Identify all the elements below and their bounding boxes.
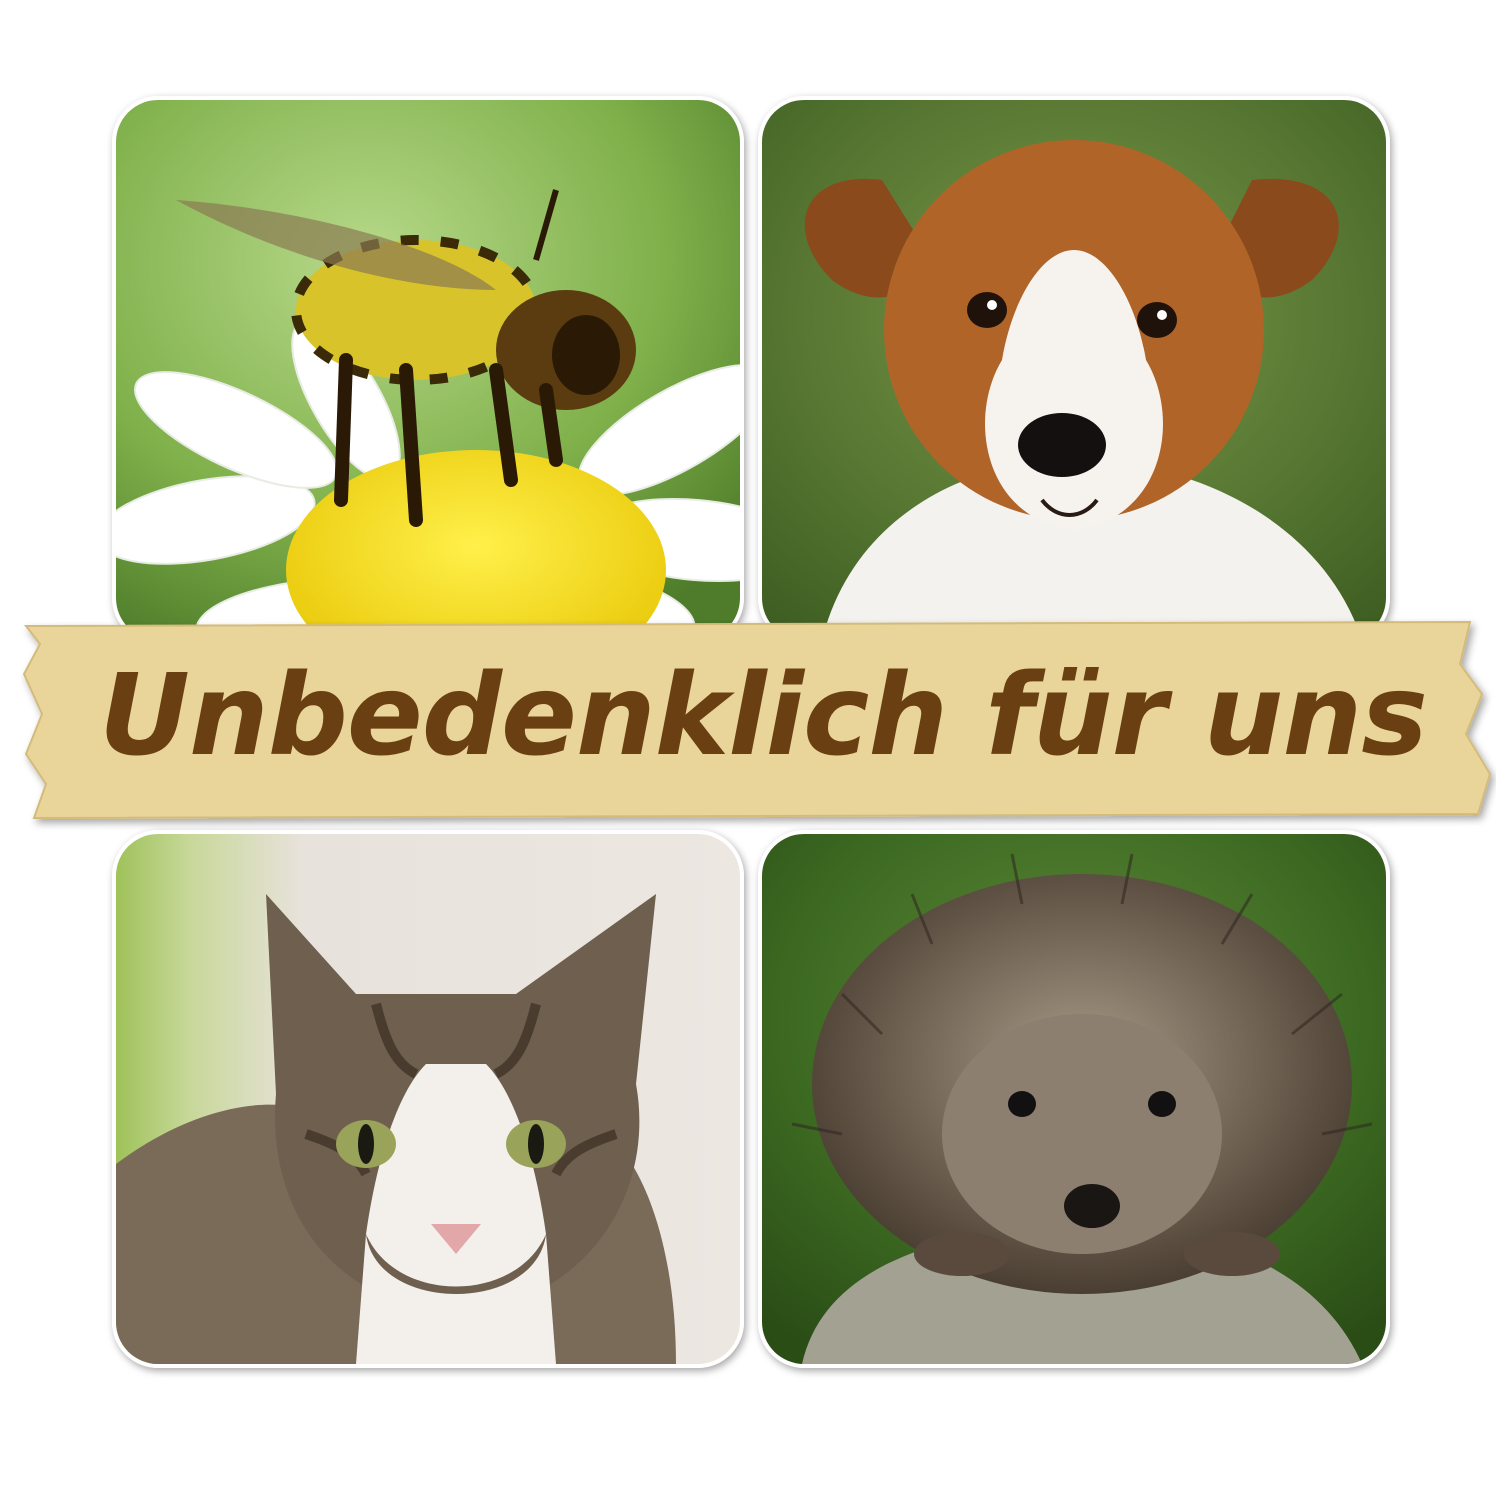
bee-photo <box>112 96 744 644</box>
hedgehog-photo <box>758 830 1390 1368</box>
cat-photo <box>112 830 744 1368</box>
banner: Unbedenklich für uns <box>20 604 1496 836</box>
banner-title: Unbedenklich für uns <box>99 651 1428 781</box>
dog-photo <box>758 96 1390 644</box>
